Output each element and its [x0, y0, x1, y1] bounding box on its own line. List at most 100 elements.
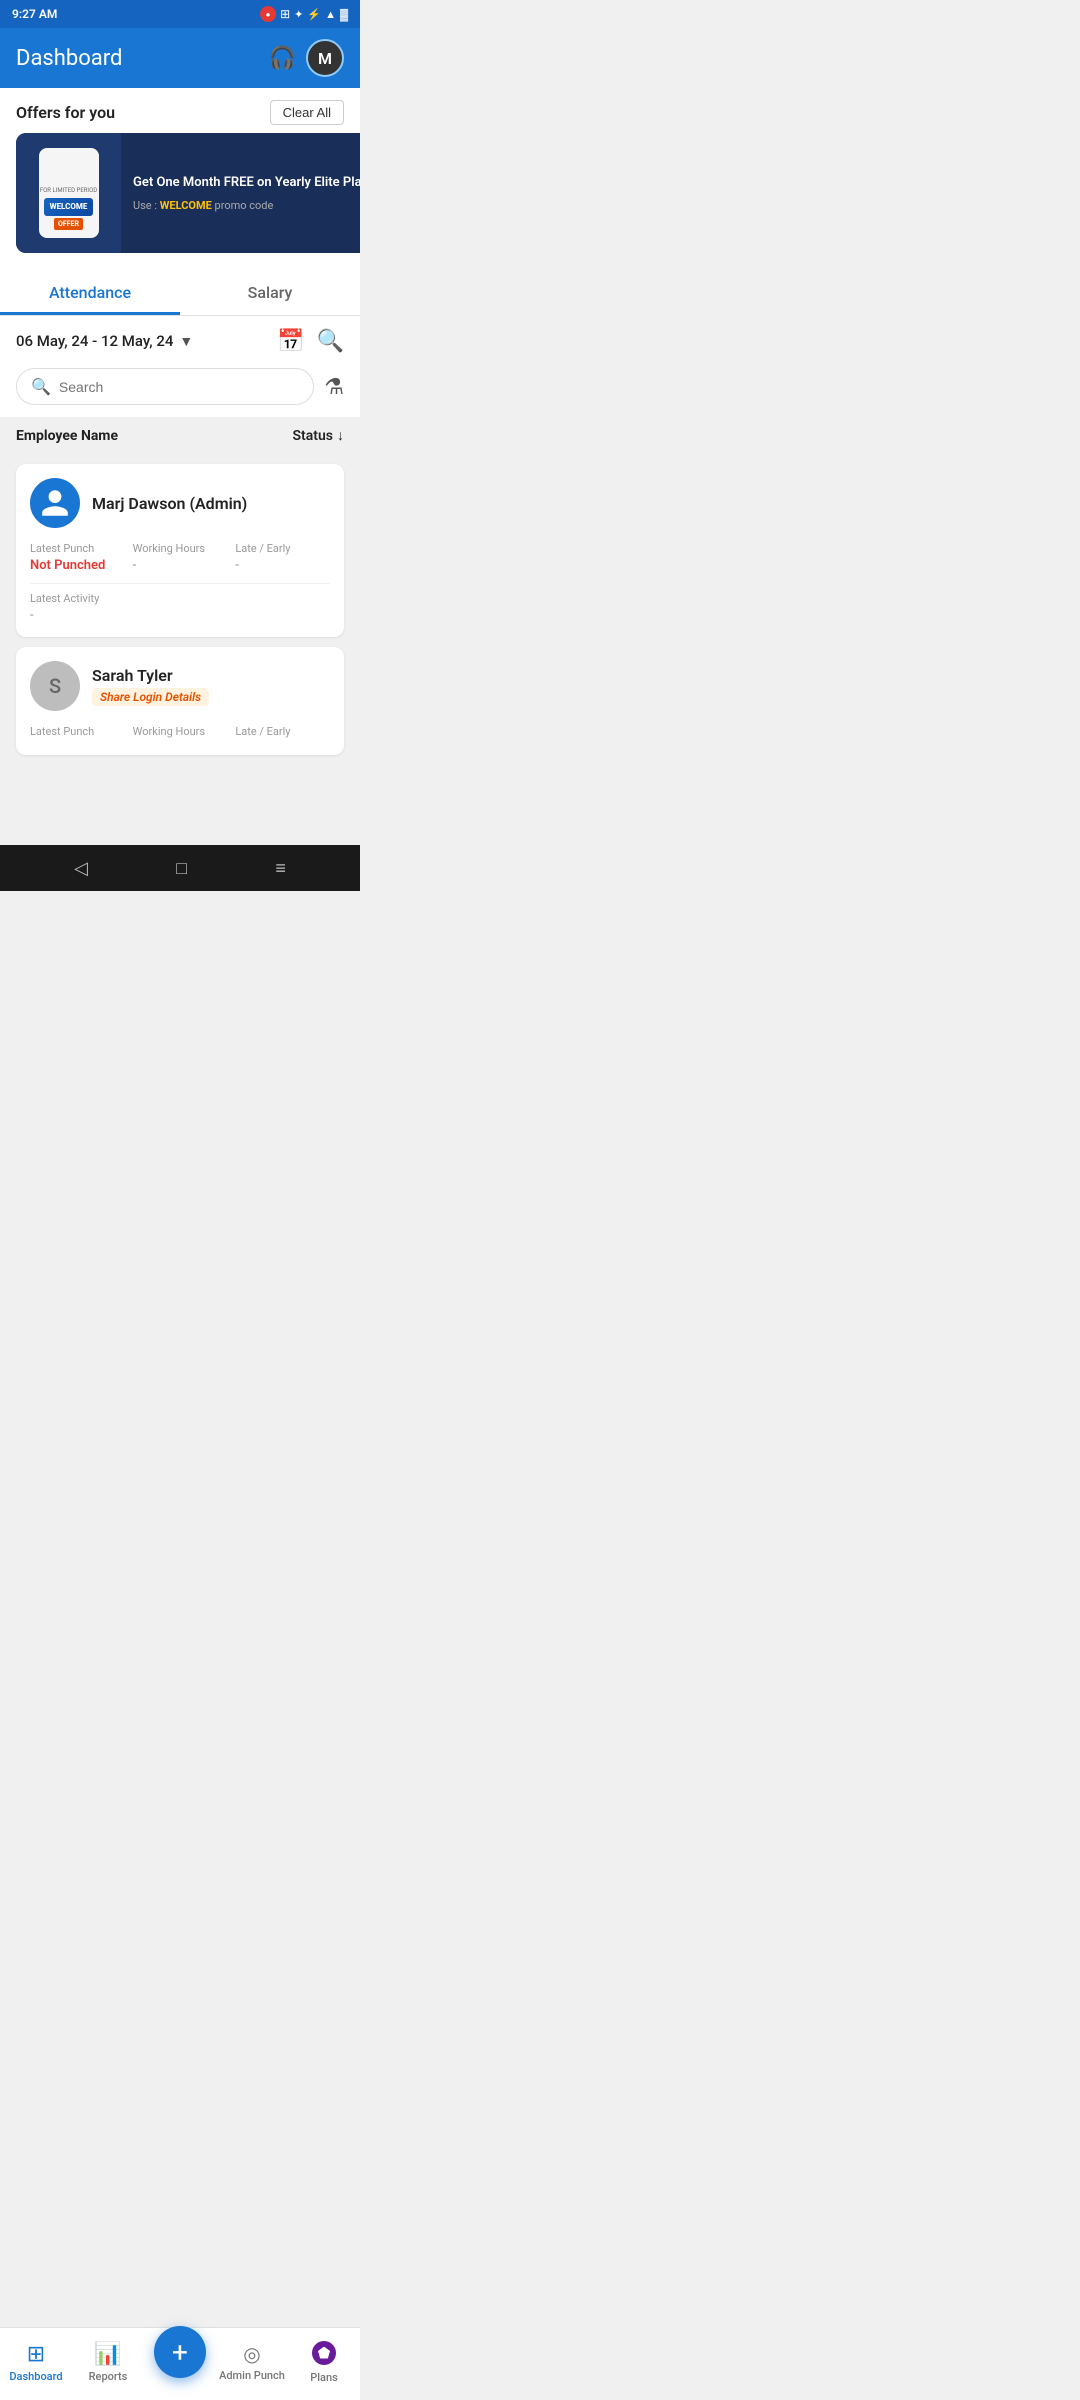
avatar: S [30, 661, 80, 711]
fab-add-button[interactable]: + [154, 2326, 206, 2378]
nav-reports[interactable]: 📊 Reports [72, 2342, 144, 2383]
wifi-icon: ▲ [325, 8, 336, 21]
reports-icon: 📊 [94, 2342, 121, 2367]
offers-header: Offers for you Clear All [0, 88, 360, 133]
tab-salary[interactable]: Salary [180, 269, 360, 315]
employee-name: Marj Dawson (Admin) [92, 494, 247, 513]
employee-card: Marj Dawson (Admin) Latest Punch Not Pun… [16, 464, 344, 637]
bluetooth-icon: ✦ [294, 8, 303, 21]
sort-icon: ↓ [337, 427, 344, 444]
employee-stats: Latest Punch Working Hours Late / Early [30, 725, 330, 741]
bottom-nav: ⊞ Dashboard 📊 Reports + ◎ Admin Punch Pl… [0, 2327, 360, 2400]
reports-label: Reports [89, 2370, 128, 2383]
plans-label: Plans [310, 2371, 338, 2384]
chevron-down-icon: ▼ [179, 333, 193, 350]
search-bar-icon: 🔍 [31, 377, 51, 396]
avatar-letter: S [49, 674, 61, 698]
avatar [30, 478, 80, 528]
filter-funnel-icon[interactable]: ⚗ [324, 374, 344, 400]
employee-card: S Sarah Tyler Share Login Details Latest… [16, 647, 344, 755]
header-actions: 🎧 M [269, 39, 344, 77]
offer-heading: Get One Month FREE on Yearly Elite Plan [133, 174, 360, 192]
battery-bolt-icon: ⚡ [307, 8, 321, 21]
offer-image: FOR LIMITED PERIOD WELCOME OFFER [16, 133, 121, 253]
search-input[interactable] [59, 379, 299, 395]
search-bar[interactable]: 🔍 [16, 368, 314, 405]
plans-icon [312, 2341, 336, 2365]
dashboard-label: Dashboard [9, 2370, 62, 2383]
employee-card-header: S Sarah Tyler Share Login Details [30, 661, 330, 711]
headset-icon[interactable]: 🎧 [269, 46, 296, 71]
status-bar: 9:27 AM ● ⊞ ✦ ⚡ ▲ ▓ [0, 0, 360, 28]
search-container: 🔍 ⚗ [0, 360, 360, 417]
latest-punch-label: Latest Punch [30, 542, 125, 555]
employee-name-column: Employee Name [16, 428, 118, 444]
share-login-tag: Share Login Details [92, 688, 209, 706]
status-label: Status [293, 428, 333, 444]
phone-mockup: FOR LIMITED PERIOD WELCOME OFFER [39, 148, 99, 238]
status-sort-button[interactable]: Status ↓ [293, 427, 344, 444]
employee-name: Sarah Tyler [92, 666, 209, 685]
employee-info: Sarah Tyler Share Login Details [92, 666, 209, 706]
offer-promo-code: WELCOME [160, 199, 212, 212]
filter-icons: 📅 🔍 [277, 328, 344, 354]
offers-scroll: FOR LIMITED PERIOD WELCOME OFFER Get One… [0, 133, 360, 269]
date-range-label: 06 May, 24 - 12 May, 24 [16, 332, 173, 350]
media-icon: ⊞ [280, 7, 290, 21]
admin-punch-icon: ◎ [243, 2342, 260, 2366]
latest-activity-section: Latest Activity - [30, 583, 330, 623]
offer-badge: OFFER [54, 218, 83, 230]
employee-info: Marj Dawson (Admin) [92, 494, 247, 513]
status-time: 9:27 AM [12, 7, 57, 21]
late-early-label: Late / Early [235, 542, 330, 555]
latest-activity-value: - [30, 608, 330, 623]
welcome-badge: WELCOME [44, 198, 94, 216]
employee-list: Marj Dawson (Admin) Latest Punch Not Pun… [0, 454, 360, 765]
android-nav-bar: ◁ □ ≡ [0, 845, 360, 891]
battery-icon: ▓ [340, 8, 348, 21]
nav-admin-punch[interactable]: ◎ Admin Punch [216, 2342, 288, 2382]
table-header: Employee Name Status ↓ [0, 417, 360, 454]
primary-offer-card[interactable]: FOR LIMITED PERIOD WELCOME OFFER Get One… [16, 133, 360, 253]
late-early-stat: Late / Early - [235, 542, 330, 573]
offer-text: Get One Month FREE on Yearly Elite Plan … [121, 164, 360, 221]
offers-title: Offers for you [16, 103, 115, 122]
dashboard-icon: ⊞ [27, 2342, 45, 2367]
latest-punch-stat: Latest Punch Not Punched [30, 542, 125, 573]
date-range-selector[interactable]: 06 May, 24 - 12 May, 24 ▼ [16, 332, 193, 350]
back-button[interactable]: ◁ [74, 858, 88, 879]
working-hours-label: Working Hours [133, 542, 228, 555]
tab-attendance[interactable]: Attendance [0, 269, 180, 315]
employee-stats: Latest Punch Not Punched Working Hours -… [30, 542, 330, 573]
latest-activity-label: Latest Activity [30, 592, 330, 605]
late-early-label: Late / Early [235, 725, 330, 738]
employee-card-header: Marj Dawson (Admin) [30, 478, 330, 528]
latest-punch-value: Not Punched [30, 558, 125, 573]
status-icons: ● ⊞ ✦ ⚡ ▲ ▓ [260, 6, 348, 22]
latest-punch-label: Latest Punch [30, 725, 125, 738]
page-title: Dashboard [16, 46, 122, 71]
user-avatar[interactable]: M [306, 39, 344, 77]
nav-add[interactable]: + [144, 2336, 216, 2388]
clear-all-button[interactable]: Clear All [270, 100, 344, 125]
late-early-stat: Late / Early [235, 725, 330, 741]
search-icon[interactable]: 🔍 [317, 328, 344, 354]
menu-button[interactable]: ≡ [275, 858, 286, 879]
admin-punch-label: Admin Punch [219, 2369, 285, 2382]
offer-promo-line: Use : WELCOME promo code [133, 199, 360, 212]
working-hours-stat: Working Hours - [133, 542, 228, 573]
plus-icon: + [172, 2336, 188, 2369]
calendar-icon[interactable]: 📅 [277, 328, 304, 354]
working-hours-stat: Working Hours [133, 725, 228, 741]
home-button[interactable]: □ [176, 858, 187, 879]
working-hours-label: Working Hours [133, 725, 228, 738]
filter-row: 06 May, 24 - 12 May, 24 ▼ 📅 🔍 [0, 316, 360, 360]
latest-punch-stat: Latest Punch [30, 725, 125, 741]
working-hours-value: - [133, 558, 228, 573]
tabs-container: Attendance Salary [0, 269, 360, 316]
header: Dashboard 🎧 M [0, 28, 360, 88]
nav-dashboard[interactable]: ⊞ Dashboard [0, 2342, 72, 2383]
nav-plans[interactable]: Plans [288, 2341, 360, 2384]
recording-icon: ● [260, 6, 276, 22]
person-icon [39, 487, 71, 519]
